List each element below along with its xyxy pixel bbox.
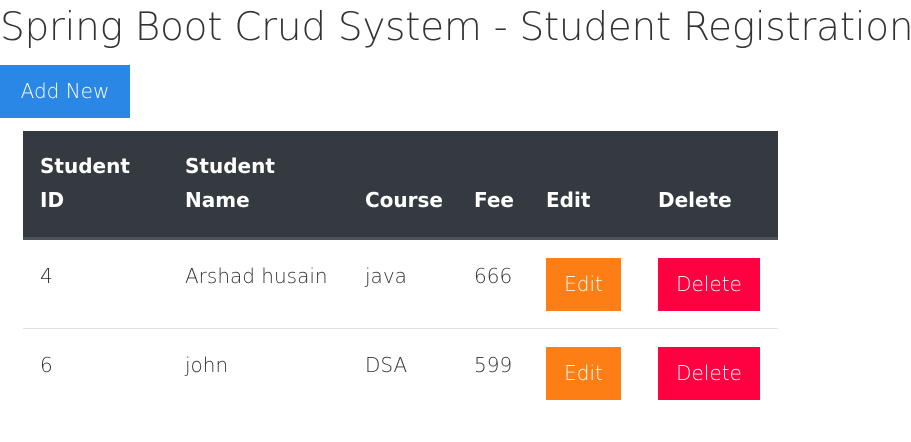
cell-student-name: Arshad husain xyxy=(185,264,328,288)
table-row: 4 Arshad husain java 666 Edit Delete xyxy=(23,239,778,329)
cell-fee: 599 xyxy=(457,328,529,417)
table-header: Student ID Student Name Course Fee Edit De… xyxy=(23,131,778,240)
header-fee: Fee xyxy=(457,131,529,240)
table-row: 6 john DSA 599 Edit Delete xyxy=(23,328,778,417)
students-table: Student ID Student Name Course Fee Edit De… xyxy=(23,131,778,417)
delete-button[interactable]: Delete xyxy=(658,347,760,400)
cell-course: java xyxy=(365,264,407,288)
cell-delete: Delete xyxy=(641,328,778,417)
header-student-name: Student Name xyxy=(168,131,348,240)
edit-button[interactable]: Edit xyxy=(546,258,621,311)
cell-edit: Edit xyxy=(529,328,641,417)
table-body: 4 Arshad husain java 666 Edit Delete 6 j… xyxy=(23,239,778,417)
edit-button[interactable]: Edit xyxy=(546,347,621,400)
header-student-id-line1: Student xyxy=(40,154,130,178)
header-student-id: Student ID xyxy=(23,131,168,240)
cell-student-id: 4 xyxy=(40,264,53,288)
header-student-name-line1: Student xyxy=(185,154,275,178)
cell-course: DSA xyxy=(348,328,457,417)
cell-fee: 666 xyxy=(474,264,513,288)
header-student-id-line2: ID xyxy=(40,188,65,212)
cell-student-id: 6 xyxy=(23,328,168,417)
header-student-name-line2: Name xyxy=(185,188,250,212)
add-new-button[interactable]: Add New xyxy=(0,65,130,118)
header-delete: Delete xyxy=(641,131,778,240)
cell-delete: Delete xyxy=(641,239,778,329)
page-title: Spring Boot Crud System - Student Regist… xyxy=(0,5,911,50)
table-header-row: Student ID Student Name Course Fee Edit De… xyxy=(23,131,778,240)
header-course: Course xyxy=(348,131,457,240)
page: Spring Boot Crud System - Student Regist… xyxy=(0,0,911,442)
cell-student-name: john xyxy=(168,328,348,417)
delete-button[interactable]: Delete xyxy=(658,258,760,311)
cell-edit: Edit xyxy=(529,239,641,329)
header-edit: Edit xyxy=(529,131,641,240)
